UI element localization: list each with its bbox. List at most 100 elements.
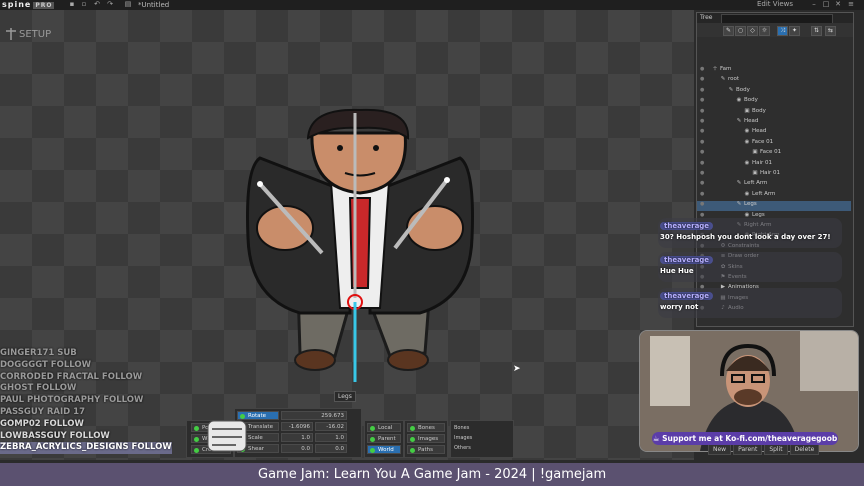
- slot-icon: ◉: [736, 97, 742, 104]
- tree-item[interactable]: ◉ Head: [744, 126, 767, 136]
- open-icon[interactable]: ▫: [80, 1, 88, 8]
- image-icon: ▣: [752, 149, 758, 156]
- images-icon: [410, 437, 415, 442]
- rotate-value-field[interactable]: 259.673: [281, 411, 347, 420]
- visibility-toggle[interactable]: ●: [700, 212, 704, 218]
- world-icon: [370, 448, 375, 453]
- shear-y-field[interactable]: 0.0: [315, 444, 347, 453]
- tree-item-label: Legs: [752, 211, 765, 218]
- visibility-toggle[interactable]: ●: [700, 128, 704, 134]
- translate-y-field[interactable]: -16.02: [315, 422, 347, 431]
- scale-label: Scale: [248, 435, 263, 441]
- shear-x-field[interactable]: 0.0: [281, 444, 313, 453]
- images-compensate-button[interactable]: Images: [407, 434, 445, 443]
- new-button[interactable]: New: [708, 444, 732, 455]
- expand-icon[interactable]: ⇆: [825, 26, 836, 36]
- redo-icon[interactable]: ↷: [106, 1, 114, 8]
- scale-x-field[interactable]: 1.0: [281, 433, 313, 442]
- scale-y-field[interactable]: 1.0: [315, 433, 347, 442]
- attachments-filter-icon[interactable]: ◇: [747, 26, 758, 36]
- tree-item[interactable]: ✎ Left Arm: [736, 178, 768, 188]
- chat-username: theaverage: [660, 222, 714, 230]
- delete-button[interactable]: Delete: [789, 444, 820, 455]
- tree-item[interactable]: ▣ Hair 01: [752, 168, 780, 178]
- bones-filter-icon[interactable]: ✎: [723, 26, 734, 36]
- visibility-toggle[interactable]: ●: [700, 97, 704, 103]
- visibility-toggle[interactable]: ●: [700, 76, 704, 82]
- world-axis-button[interactable]: World: [367, 445, 401, 454]
- image-icon: ▣: [752, 170, 758, 176]
- close-icon[interactable]: ✕: [834, 1, 842, 8]
- tree-item[interactable]: ◉ Body: [736, 95, 758, 105]
- undo-icon[interactable]: ↶: [93, 1, 101, 8]
- images-label: Images: [418, 436, 439, 442]
- minimize-icon[interactable]: –: [810, 1, 818, 8]
- stream-title: Game Jam: Learn You A Game Jam - 2024 | …: [258, 467, 607, 482]
- pin-icon[interactable]: ✦: [789, 26, 800, 36]
- slot-icon: ◉: [744, 190, 750, 197]
- slot-icon: ◉: [744, 138, 750, 145]
- bone-icon: ✎: [736, 201, 742, 208]
- visibility-toggle[interactable]: ●: [700, 180, 704, 186]
- transform-tool-group: Rotate 259.673 Translate -1.6096 -16.02 …: [234, 408, 362, 458]
- constraints-filter-icon[interactable]: ☼: [759, 26, 770, 36]
- visibility-toggle[interactable]: ●: [700, 139, 704, 145]
- tree-item[interactable]: ▣ Face 01: [752, 147, 781, 157]
- maximize-icon[interactable]: □: [822, 1, 830, 8]
- image-icon: ▣: [744, 107, 750, 114]
- tree-item[interactable]: ◉ Hair 01: [744, 158, 772, 168]
- visibility-toggle[interactable]: ●: [700, 160, 704, 166]
- bones-icon: [410, 426, 415, 431]
- option-others[interactable]: Others: [454, 443, 471, 453]
- tree-item[interactable]: ✎ root: [720, 74, 739, 84]
- character-sprite[interactable]: [240, 98, 480, 388]
- visibility-toggle[interactable]: ●: [700, 108, 704, 114]
- axis-group: Local Parent World: [364, 420, 404, 458]
- file-icon[interactable]: ▤: [124, 1, 132, 8]
- split-button[interactable]: Split: [764, 444, 788, 455]
- event-feed-item: DOGGGGT FOLLOW: [0, 359, 91, 370]
- save-icon[interactable]: ▪: [68, 1, 76, 8]
- selected-bone-tag: Legs: [334, 391, 356, 402]
- mouse-cursor: ➤: [513, 364, 521, 374]
- logo-text: spine: [2, 0, 32, 9]
- slots-filter-icon[interactable]: ○: [735, 26, 746, 36]
- tree-item[interactable]: ▣ Body: [744, 106, 766, 116]
- visibility-toggle[interactable]: ●: [700, 149, 704, 155]
- tree-item[interactable]: ◉ Face 01: [744, 137, 774, 147]
- tree-item[interactable]: ✎ Body: [728, 85, 750, 95]
- collapse-icon[interactable]: ⇅: [811, 26, 822, 36]
- event-feed-item: PASSGUY RAID 17: [0, 406, 86, 417]
- chat-text: 30? Hoshposh you dont look a day over 27…: [660, 233, 831, 241]
- bone-icon: ✎: [736, 118, 742, 124]
- tree-item[interactable]: ✎ Legs: [736, 199, 757, 209]
- option-bones[interactable]: Bones: [454, 423, 469, 433]
- shear-label: Shear: [248, 446, 264, 452]
- tree-item-label: root: [728, 76, 740, 83]
- local-icon: [370, 426, 375, 431]
- local-axis-button[interactable]: Local: [367, 423, 401, 432]
- option-images[interactable]: Images: [454, 433, 472, 443]
- parent-axis-button[interactable]: Parent: [367, 434, 401, 443]
- tree-item-label: Left Arm: [752, 190, 776, 197]
- bone-icon: ✎: [728, 86, 734, 93]
- bone-icon: ✎: [736, 180, 742, 187]
- visibility-toggle[interactable]: ●: [700, 118, 704, 124]
- visibility-toggle[interactable]: ●: [700, 66, 704, 72]
- event-feed-item: GHOST FOLLOW: [0, 383, 77, 394]
- visibility-toggle[interactable]: ●: [700, 87, 704, 93]
- paths-compensate-button[interactable]: Paths: [407, 445, 445, 454]
- views-menu[interactable]: Edit Views: [757, 1, 797, 8]
- translate-x-field[interactable]: -1.6096: [281, 422, 313, 431]
- parent-button[interactable]: Parent: [733, 444, 763, 455]
- tree-item[interactable]: ✎ Head: [736, 116, 759, 126]
- hierarchy-icon[interactable]: ⤨: [777, 26, 788, 36]
- visibility-toggle[interactable]: ●: [700, 201, 704, 207]
- tree-item[interactable]: ◉ Left Arm: [744, 189, 776, 199]
- tree-item-label: Face 01: [760, 149, 782, 156]
- bones-compensate-button[interactable]: Bones: [407, 423, 445, 432]
- visibility-toggle[interactable]: ●: [700, 170, 704, 176]
- tree-item[interactable]: ☥ Fam: [712, 64, 731, 74]
- settings-icon[interactable]: ≡: [847, 1, 855, 8]
- visibility-toggle[interactable]: ●: [700, 191, 704, 197]
